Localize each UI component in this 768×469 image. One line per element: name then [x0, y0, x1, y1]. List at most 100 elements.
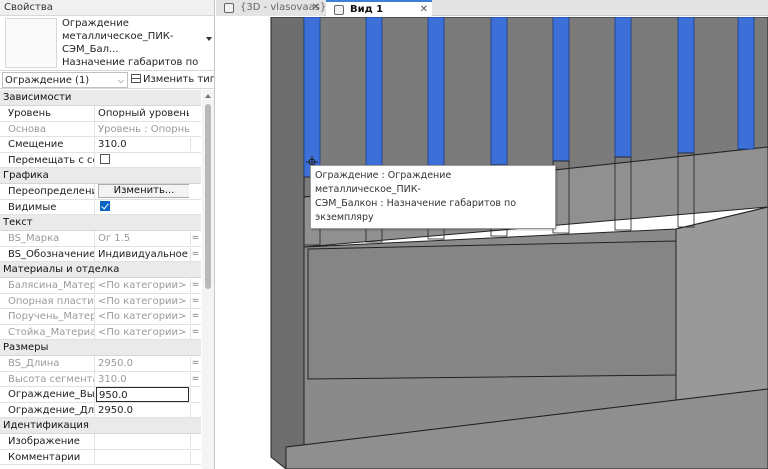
- instance-filter-value: Ограждение (1): [5, 75, 90, 86]
- property-row-plate-material: Опорная пластин... <По категории> =: [0, 293, 201, 309]
- associate-parameter-button[interactable]: =: [190, 232, 200, 245]
- property-key: Основа: [0, 121, 95, 137]
- baluster[interactable]: [303, 17, 321, 178]
- associate-parameter-button[interactable]: =: [190, 325, 200, 339]
- property-row-designation[interactable]: BS_Обозначение Индивидуальное и... =: [0, 246, 201, 262]
- associate-parameter-button[interactable]: [190, 403, 200, 417]
- properties-scrollbar[interactable]: [202, 90, 214, 469]
- group-identity[interactable]: Идентификация: [0, 418, 201, 434]
- associate-parameter-button[interactable]: =: [190, 357, 200, 370]
- baluster[interactable]: [365, 17, 383, 174]
- property-value[interactable]: [96, 450, 189, 465]
- property-row-host: Основа Уровень : Опорны...: [0, 121, 201, 137]
- property-key: Видимые: [0, 199, 95, 215]
- chevron-down-icon: ⌵: [117, 76, 124, 85]
- baluster[interactable]: [614, 17, 632, 158]
- tab-view-1[interactable]: Вид 1 ✕: [326, 0, 432, 17]
- group-constraints[interactable]: Зависимости: [0, 90, 201, 106]
- edit-type-icon: [131, 74, 141, 83]
- associate-parameter-button[interactable]: [190, 388, 200, 401]
- scroll-up-arrow-icon[interactable]: [205, 94, 211, 98]
- associate-parameter-button[interactable]: [190, 138, 200, 151]
- property-value: <По категории>: [98, 326, 187, 338]
- property-key: Поручень_Матер...: [0, 309, 95, 324]
- property-value: Ог 1.5: [98, 233, 131, 244]
- edit-type-label: Изменить тип: [143, 74, 214, 85]
- property-value[interactable]: 2950.0: [96, 403, 189, 418]
- baluster[interactable]: [677, 17, 695, 154]
- property-row-post-material: Стойка_Материал <По категории> =: [0, 324, 201, 340]
- associate-parameter-button[interactable]: =: [190, 279, 200, 292]
- property-value: 2950.0: [98, 358, 133, 369]
- property-value[interactable]: Изменить...: [96, 184, 189, 199]
- property-key: Перемещать с со...: [0, 152, 95, 168]
- property-value[interactable]: Индивидуальное и...: [96, 247, 189, 262]
- property-value: <По категории>: [98, 295, 187, 307]
- type-preview-thumbnail: [5, 18, 57, 68]
- dropdown-arrow-icon[interactable]: [206, 37, 212, 41]
- baluster[interactable]: [552, 17, 570, 162]
- property-row-baluster-material: Балясина_Матер... <По категории> =: [0, 278, 201, 294]
- close-icon[interactable]: ✕: [420, 2, 428, 18]
- baluster[interactable]: [737, 17, 755, 150]
- property-row-level[interactable]: Уровень Опорный уровень: [0, 106, 201, 122]
- scrollbar-thumb[interactable]: [205, 104, 211, 289]
- group-graphics[interactable]: Графика: [0, 168, 201, 184]
- property-row-move-with[interactable]: Перемещать с со...: [0, 152, 201, 168]
- property-key: BS_Марка: [0, 231, 95, 246]
- associate-parameter-button[interactable]: =: [190, 294, 200, 308]
- baluster[interactable]: [490, 17, 508, 166]
- type-selector[interactable]: Ограждение металлическое_ПИК-СЭМ_Бал... …: [2, 17, 214, 81]
- edit-type-button[interactable]: Изменить тип: [130, 72, 214, 88]
- associate-parameter-button[interactable]: =: [190, 310, 200, 323]
- model-viewport[interactable]: Ограждение : Ограждение металлическое_ПИ…: [216, 17, 768, 469]
- property-key: Высота сегмента ...: [0, 371, 95, 387]
- property-row-overrides[interactable]: Переопределени... Изменить...: [0, 184, 201, 200]
- group-dimensions[interactable]: Размеры: [0, 340, 201, 356]
- group-text[interactable]: Текст: [0, 215, 201, 231]
- property-row-length: BS_Длина 2950.0 =: [0, 356, 201, 372]
- view-tabs-bar: {3D - vlasovaas} ✕ Вид 1 ✕: [216, 0, 768, 17]
- edit-overrides-button[interactable]: Изменить...: [98, 184, 189, 198]
- property-key: Ограждение_Выс...: [0, 387, 95, 402]
- property-value[interactable]: [96, 434, 189, 449]
- property-key: Смещение: [0, 137, 95, 152]
- visible-checkbox[interactable]: [100, 200, 110, 211]
- property-row-image[interactable]: Изображение: [0, 434, 201, 450]
- property-row-visible[interactable]: Видимые: [0, 199, 201, 215]
- property-value[interactable]: [96, 153, 189, 168]
- property-value: Уровень : Опорны...: [98, 123, 189, 135]
- property-row-comments[interactable]: Комментарии: [0, 449, 201, 465]
- property-row-offset[interactable]: Смещение 310.0: [0, 137, 201, 153]
- rail-height-input[interactable]: 950.0: [96, 387, 189, 402]
- instance-selector-row: Ограждение (1) ⌵ Изменить тип: [0, 70, 214, 89]
- associate-parameter-button[interactable]: [190, 435, 200, 448]
- property-key: Балясина_Матер...: [0, 278, 95, 293]
- property-key: Ограждение_Дли...: [0, 402, 95, 418]
- palette-title: Свойства: [0, 0, 214, 16]
- property-key: BS_Длина: [0, 356, 95, 371]
- property-value[interactable]: [96, 200, 189, 215]
- property-value: <По категории>: [98, 280, 187, 291]
- associate-parameter-button[interactable]: =: [190, 372, 200, 386]
- property-row-rail-material: Поручень_Матер... <По категории> =: [0, 309, 201, 325]
- tab-3d-view[interactable]: {3D - vlasovaas} ✕: [216, 0, 326, 16]
- property-key: Комментарии: [0, 449, 95, 465]
- group-materials[interactable]: Материалы и отделка: [0, 262, 201, 278]
- model-canvas: [270, 17, 768, 469]
- associate-parameter-button[interactable]: [190, 450, 200, 464]
- property-value[interactable]: 310.0: [96, 137, 189, 152]
- baluster[interactable]: [427, 17, 445, 170]
- instance-filter-select[interactable]: Ограждение (1) ⌵: [2, 72, 128, 88]
- property-key: Опорная пластин...: [0, 293, 95, 309]
- property-row-rail-length[interactable]: Ограждение_Дли... 2950.0: [0, 402, 201, 418]
- property-key: Стойка_Материал: [0, 324, 95, 340]
- close-icon[interactable]: ✕: [312, 0, 320, 16]
- properties-grid: Зависимости Уровень Опорный уровень Осно…: [0, 90, 201, 465]
- property-row-rail-height[interactable]: Ограждение_Выс... 950.0: [0, 387, 201, 403]
- associate-parameter-button[interactable]: =: [190, 247, 200, 261]
- properties-palette: Свойства Ограждение металлическое_ПИК-СЭ…: [0, 0, 215, 469]
- property-value[interactable]: Опорный уровень: [96, 106, 189, 121]
- move-with-checkbox[interactable]: [100, 153, 110, 164]
- property-key: BS_Обозначение: [0, 246, 95, 262]
